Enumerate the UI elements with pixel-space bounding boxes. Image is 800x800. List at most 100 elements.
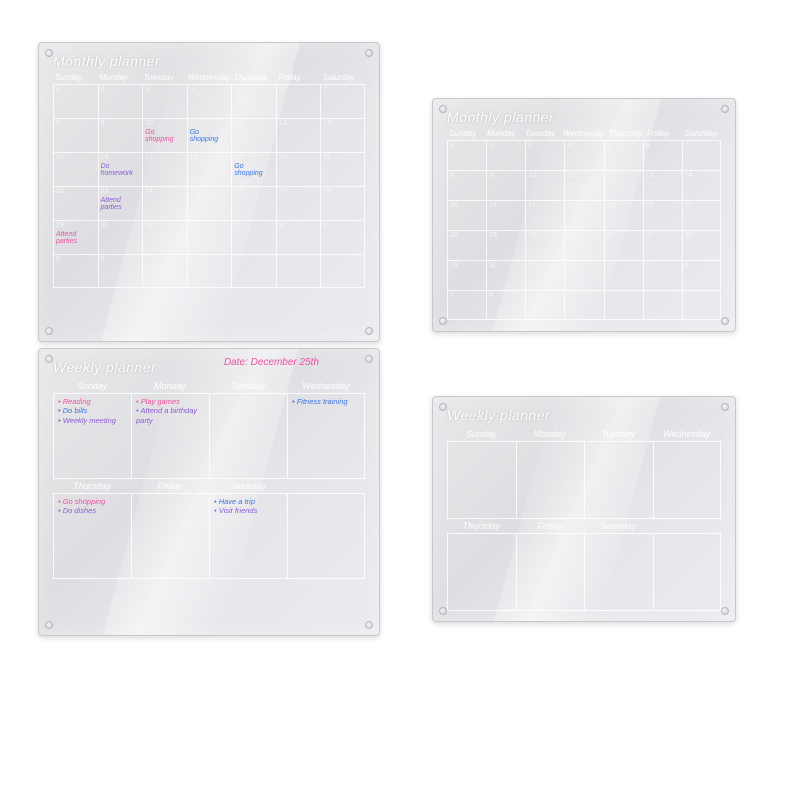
date-number: 13 <box>279 120 287 127</box>
month-cell <box>643 290 682 320</box>
weekly-entry: Visit friends <box>214 506 283 515</box>
date-number: 7 <box>685 142 689 149</box>
month-cell: 17 <box>525 200 564 230</box>
weekly-cell <box>584 441 653 519</box>
weekly-day-header: Thursday Friday Saturday <box>447 519 721 533</box>
month-cell: 6 <box>486 290 525 320</box>
date-number: 21 <box>685 202 693 209</box>
weekly-entry: Fitness training <box>292 397 360 406</box>
date-number: 10 <box>528 172 536 179</box>
date-number: 26 <box>607 232 615 239</box>
month-cell: 25 <box>187 186 232 220</box>
weekly-cell <box>287 493 365 579</box>
weekly-row: Go shoppingDo dishesHave a tripVisit fri… <box>53 493 365 579</box>
weekly-day-header: Sunday Monday Tuesday Wednesday <box>53 379 365 393</box>
weekly-day-header: Thursday Friday Saturday <box>53 479 365 493</box>
mount-hole-icon <box>45 355 53 363</box>
month-cell: 28 <box>682 230 721 260</box>
date-number: 29 <box>56 222 64 229</box>
weekly-entry: Play games <box>136 397 205 406</box>
month-cell: 9 <box>98 118 143 152</box>
day-heading: Monday <box>131 379 209 393</box>
month-cell <box>187 254 232 288</box>
day-heading: Friday <box>516 519 585 533</box>
date-number: 25 <box>190 188 198 195</box>
month-cell: 30 <box>486 260 525 290</box>
day-heading: Thursday <box>232 73 276 84</box>
date-number: 17 <box>528 202 536 209</box>
date-number: 27 <box>646 232 654 239</box>
date-number: 19 <box>607 202 615 209</box>
month-cell <box>604 290 643 320</box>
monthly-grid: 1234567891011121314151617181920212223242… <box>447 140 721 320</box>
month-cell: 19 <box>604 200 643 230</box>
day-heading: Thursday <box>607 129 645 140</box>
month-cell: 23Attend parties <box>98 186 143 220</box>
month-cell: 3 <box>276 220 321 254</box>
monthly-planner-board-left: Monthly planner Sunday Monday Tuesday We… <box>38 42 380 342</box>
month-cell: 12 <box>231 118 276 152</box>
month-cell <box>231 254 276 288</box>
month-cell: 10 <box>525 170 564 200</box>
date-number: 20 <box>279 154 287 161</box>
month-cell: 19Go shopping <box>231 152 276 186</box>
month-cell: 4 <box>682 260 721 290</box>
weekly-cell: Play gamesAttend a birthday party <box>131 393 209 479</box>
month-cell: 3 <box>525 140 564 170</box>
date-number: 25 <box>567 232 575 239</box>
date-number: 11 <box>190 120 197 127</box>
date-number: 24 <box>528 232 536 239</box>
date-number: 24 <box>145 188 153 195</box>
date-number: 9 <box>101 120 105 127</box>
month-cell: 7 <box>682 140 721 170</box>
month-cell <box>142 254 187 288</box>
month-cell: 27 <box>276 186 321 220</box>
day-heading: Monday <box>516 427 585 441</box>
month-cell: 13 <box>643 170 682 200</box>
month-cell: 27 <box>643 230 682 260</box>
weekly-planner-board-right: Weekly planner Sunday Monday Tuesday Wed… <box>432 396 736 622</box>
date-number: 16 <box>489 202 497 209</box>
date-number: 3 <box>646 262 650 269</box>
day-heading: Saturday <box>584 519 653 533</box>
month-cell: 16 <box>486 200 525 230</box>
date-number: 18 <box>567 202 575 209</box>
weekly-entry: Reading <box>58 397 127 406</box>
day-heading: Saturday <box>209 479 287 493</box>
date-number: 3 <box>528 142 532 149</box>
month-cell: 29 Attend parties <box>53 220 98 254</box>
day-heading: Monday <box>97 73 141 84</box>
day-heading: Sunday <box>447 427 516 441</box>
month-cell: 20 <box>643 200 682 230</box>
month-cell <box>564 290 603 320</box>
calendar-entry: Attend parties <box>101 197 141 212</box>
date-number: 28 <box>323 188 331 195</box>
date-number: 1 <box>190 222 194 229</box>
mount-hole-icon <box>721 607 729 615</box>
calendar-entry: Go shopping <box>190 129 230 144</box>
weekly-row <box>447 441 721 519</box>
date-number: 28 <box>685 232 693 239</box>
month-cell: 28 <box>320 186 365 220</box>
weekly-cell <box>516 441 585 519</box>
date-number: 8 <box>56 120 60 127</box>
month-cell: 18 <box>187 152 232 186</box>
month-cell: 12 <box>604 170 643 200</box>
date-number: 4 <box>567 142 571 149</box>
month-cell: 1 <box>187 220 232 254</box>
month-cell: 5 <box>231 84 276 118</box>
date-number: 3 <box>145 86 149 93</box>
date-number: 1 <box>567 262 571 269</box>
month-cell: 15 <box>447 200 486 230</box>
month-cell: 3 <box>643 260 682 290</box>
date-number: 1 <box>56 86 60 93</box>
month-cell: 10Go shopping <box>142 118 187 152</box>
month-cell: 26 <box>604 230 643 260</box>
weekly-cell <box>653 441 722 519</box>
month-cell: 29 <box>447 260 486 290</box>
day-heading <box>287 479 365 493</box>
weekly-cell: Go shoppingDo dishes <box>53 493 131 579</box>
calendar-entry: Attend parties <box>56 231 96 246</box>
weekly-entry: Do bills <box>58 406 127 415</box>
mount-hole-icon <box>439 317 447 325</box>
